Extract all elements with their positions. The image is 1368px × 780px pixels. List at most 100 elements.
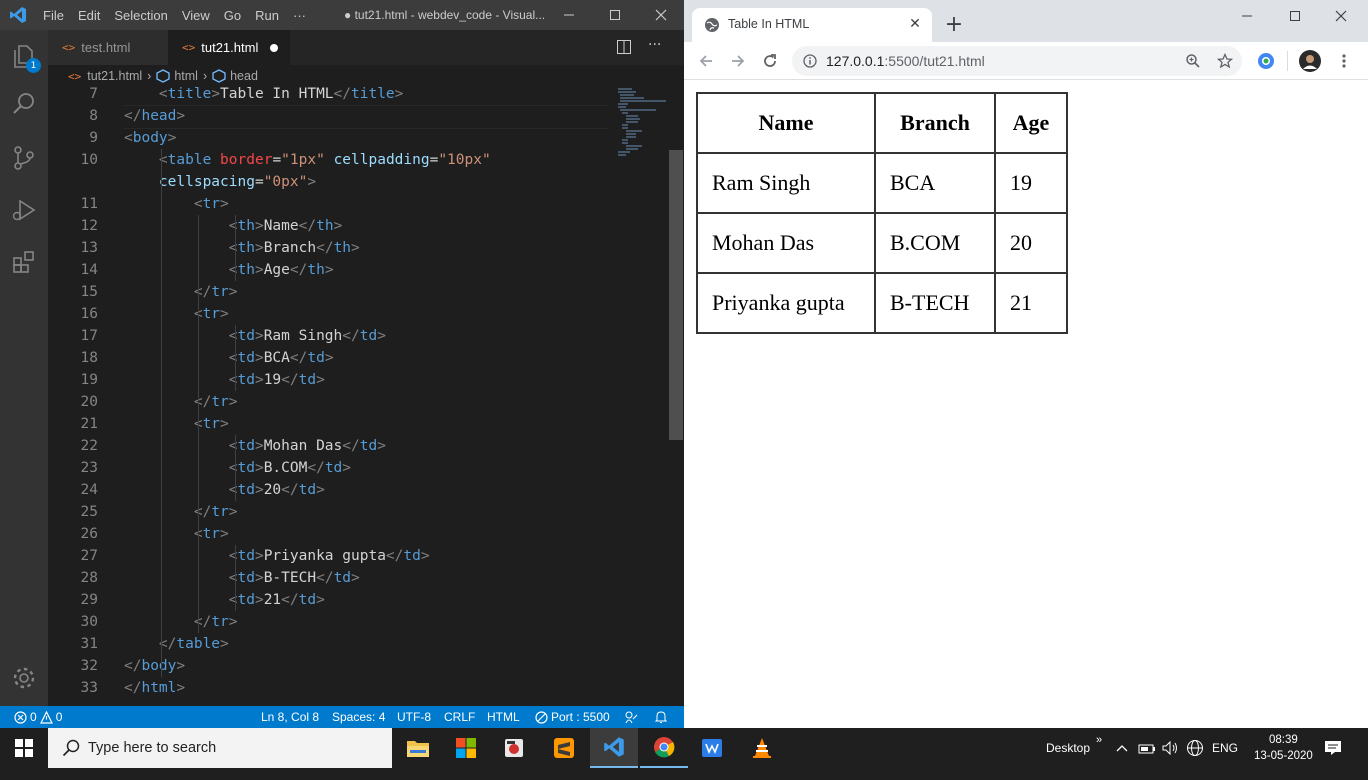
code-line[interactable]: 13 <th>Branch</th> (48, 237, 608, 259)
breadcrumb-file[interactable]: tut21.html (87, 69, 142, 83)
code-line[interactable]: 7 <title>Table In HTML</title> (48, 87, 608, 105)
taskbar-file-explorer[interactable] (394, 728, 442, 768)
zoom-icon[interactable] (1185, 53, 1201, 69)
minimap[interactable] (616, 87, 668, 167)
code-line[interactable]: 19 <td>19</td> (48, 369, 608, 391)
run-debug-button[interactable] (0, 186, 48, 234)
minimize-button[interactable] (546, 0, 592, 30)
code-line[interactable]: 24 <td>20</td> (48, 479, 608, 501)
taskbar-chrome[interactable] (640, 728, 688, 768)
taskbar-store[interactable] (442, 728, 490, 768)
code-token: tr (202, 196, 221, 212)
code-line[interactable]: 15 </tr> (48, 281, 608, 303)
maximize-button[interactable] (592, 0, 638, 30)
menu-item[interactable]: View (175, 8, 217, 23)
address-bar[interactable]: 127.0.0.1:5500/tut21.html (792, 46, 1242, 76)
code-line[interactable]: 32 </body> (48, 655, 608, 677)
code-line[interactable]: 14 <th>Age</th> (48, 259, 608, 281)
explorer-button[interactable]: 1 (0, 32, 48, 80)
code-line[interactable]: 26 <tr> (48, 523, 608, 545)
bookmark-star-icon[interactable] (1217, 53, 1233, 69)
menu-item[interactable]: File (36, 8, 71, 23)
code-line[interactable]: 33 </html> (48, 677, 608, 699)
code-line[interactable]: 16 <tr> (48, 303, 608, 325)
minimize-icon (1242, 15, 1252, 17)
input-language[interactable]: ENG (1212, 728, 1238, 768)
start-button[interactable] (0, 728, 48, 768)
line-endings[interactable]: CRLF (444, 706, 475, 728)
language-mode[interactable]: HTML (487, 706, 520, 728)
settings-button[interactable] (0, 654, 48, 702)
code-line[interactable]: 20 </tr> (48, 391, 608, 413)
profile-button[interactable] (1298, 49, 1322, 73)
action-center-button[interactable] (1324, 728, 1342, 768)
menu-item[interactable]: ··· (286, 8, 313, 23)
breadcrumb-html[interactable]: html (174, 69, 198, 83)
power-icon[interactable] (1138, 728, 1156, 768)
taskbar-writer[interactable] (688, 728, 736, 768)
menu-item[interactable]: Run (248, 8, 286, 23)
live-server-port[interactable]: Port : 5500 (535, 706, 610, 728)
source-control-button[interactable] (0, 134, 48, 182)
extension-button[interactable] (1254, 49, 1278, 73)
taskbar-search[interactable]: Type here to search (48, 728, 392, 768)
code-line[interactable]: 29 <td>21</td> (48, 589, 608, 611)
more-actions-button[interactable]: ··· (648, 37, 661, 53)
tab-close-icon[interactable]: ✕ (906, 15, 924, 33)
desktop-toolbar[interactable]: Desktop (1046, 728, 1090, 768)
code-line[interactable]: 18 <td>BCA</td> (48, 347, 608, 369)
taskbar-media-app[interactable] (490, 728, 538, 768)
code-line[interactable]: 27 <td>Priyanka gupta</td> (48, 545, 608, 567)
cursor-position[interactable]: Ln 8, Col 8 (261, 706, 319, 728)
tab-test-html[interactable]: <> test.html (48, 30, 168, 65)
code-line[interactable]: 22 <td>Mohan Das</td> (48, 435, 608, 457)
back-button[interactable] (694, 49, 718, 73)
chrome-menu-button[interactable] (1332, 49, 1356, 73)
taskbar-vlc[interactable] (738, 728, 786, 768)
breadcrumb-head[interactable]: head (230, 69, 258, 83)
close-button[interactable] (638, 0, 684, 30)
chrome-close-button[interactable] (1318, 0, 1364, 32)
show-hidden-icons-button[interactable] (1116, 728, 1128, 768)
editor-scrollbar[interactable] (669, 150, 683, 440)
code-line[interactable]: 23 <td>B.COM</td> (48, 457, 608, 479)
menu-item[interactable]: Selection (107, 8, 174, 23)
code-line[interactable]: 9 <body> (48, 127, 608, 149)
forward-button[interactable] (726, 49, 750, 73)
volume-icon[interactable] (1162, 728, 1180, 768)
indentation[interactable]: Spaces: 4 (332, 706, 385, 728)
chrome-maximize-button[interactable] (1272, 0, 1318, 32)
clock[interactable]: 08:39 13-05-2020 (1254, 728, 1313, 768)
code-line[interactable]: 17 <td>Ram Singh</td> (48, 325, 608, 347)
tab-tut21-html[interactable]: <> tut21.html (168, 30, 290, 65)
search-view-button[interactable] (0, 80, 48, 128)
taskbar-vscode[interactable] (590, 728, 638, 768)
problems-indicator[interactable]: 0 0 (14, 706, 62, 728)
feedback-button[interactable] (624, 706, 638, 728)
code-editor[interactable]: 7 <title>Table In HTML</title> 8 </head> 9 <… (48, 87, 684, 706)
split-editor-button[interactable] (616, 39, 632, 59)
code-line[interactable]: 28 <td>B-TECH</td> (48, 567, 608, 589)
encoding[interactable]: UTF-8 (397, 706, 431, 728)
code-line[interactable]: 25 </tr> (48, 501, 608, 523)
chrome-minimize-button[interactable] (1224, 0, 1270, 32)
notifications-button[interactable] (654, 706, 668, 728)
new-tab-button[interactable]: + (942, 14, 966, 38)
extensions-button[interactable] (0, 238, 48, 286)
code-line[interactable]: 31 </table> (48, 633, 608, 655)
code-line[interactable]: 12 <th>Name</th> (48, 215, 608, 237)
code-line[interactable]: 21 <tr> (48, 413, 608, 435)
toolbar-expand-icon[interactable]: » (1096, 720, 1102, 760)
browser-tab[interactable]: Table In HTML ✕ (692, 8, 932, 42)
reload-button[interactable] (758, 49, 782, 73)
code-line[interactable]: 11 <tr> (48, 193, 608, 215)
network-icon[interactable] (1186, 728, 1204, 768)
code-line[interactable]: cellspacing="0px"> (48, 171, 608, 193)
taskbar-sublime[interactable] (540, 728, 588, 768)
menu-item[interactable]: Edit (71, 8, 107, 23)
unsaved-dot-icon[interactable] (270, 43, 279, 52)
code-line[interactable]: 8 </head> (48, 105, 608, 127)
menu-item[interactable]: Go (217, 8, 248, 23)
code-line[interactable]: 10 <table border="1px" cellpadding="10px… (48, 149, 608, 171)
code-line[interactable]: 30 </tr> (48, 611, 608, 633)
